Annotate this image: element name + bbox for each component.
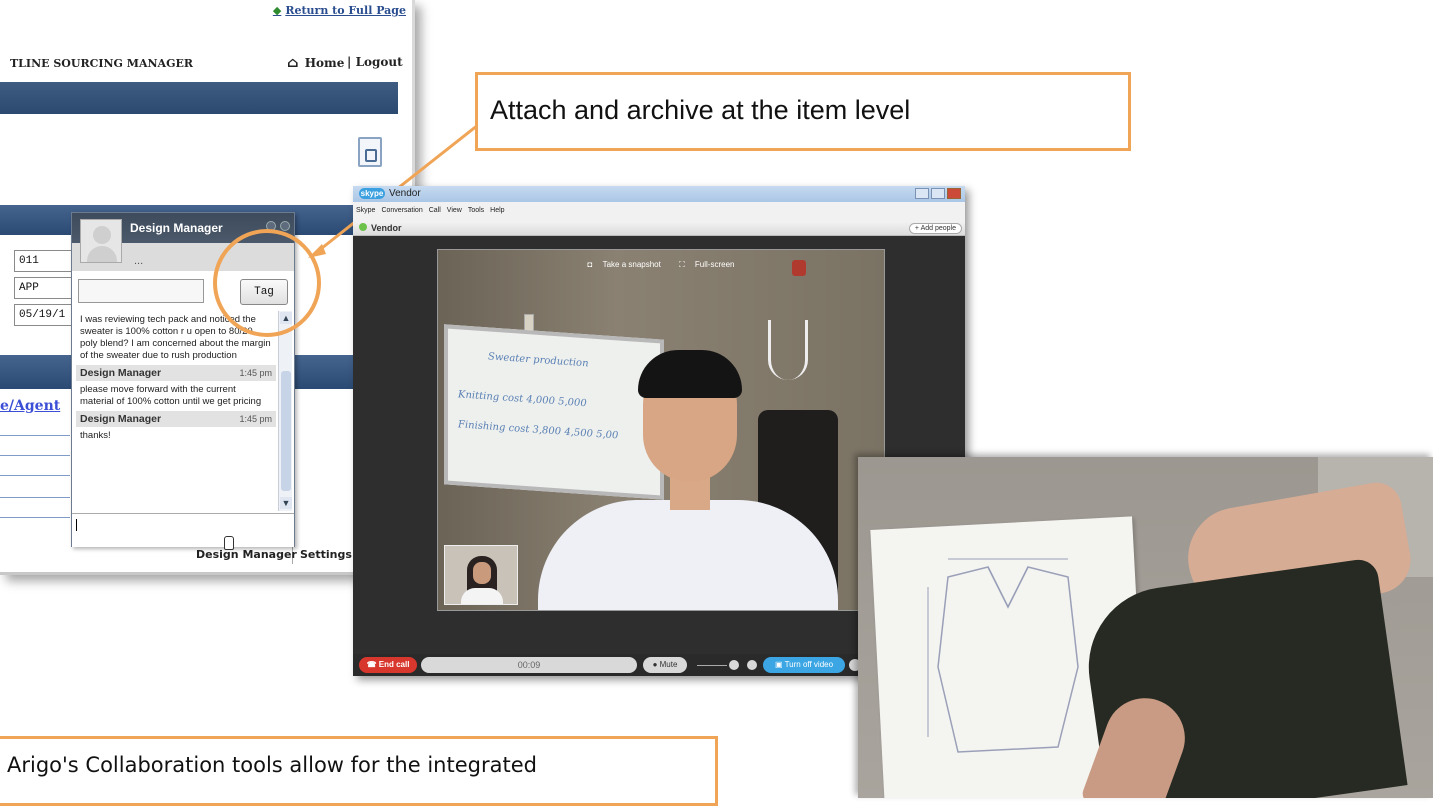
self-view-face bbox=[473, 562, 491, 584]
fullscreen-icon: ⛶ bbox=[679, 260, 687, 269]
table-row bbox=[0, 458, 70, 476]
tab-settings[interactable]: Settings bbox=[300, 548, 352, 561]
home-link[interactable]: ⌂ Home bbox=[287, 55, 344, 71]
return-to-full-page-link[interactable]: ◆ Return to Full Page bbox=[273, 4, 406, 17]
caption-text: Arigo's Collaboration tools allow for th… bbox=[7, 753, 537, 777]
scroll-up-icon[interactable]: ▲ bbox=[280, 312, 292, 324]
video-camera-icon: ▣ bbox=[774, 660, 785, 669]
app-title: TLINE SOURCING MANAGER bbox=[10, 57, 193, 70]
close-icon[interactable] bbox=[947, 188, 961, 199]
menu-tools[interactable]: Tools bbox=[468, 207, 484, 216]
call-timer: 00:09 bbox=[421, 657, 637, 673]
callout-box: Attach and archive at the item level bbox=[475, 72, 1131, 151]
table-row bbox=[0, 500, 70, 518]
return-arrow-icon: ◆ bbox=[272, 4, 282, 17]
return-link-label: Return to Full Page bbox=[285, 4, 406, 17]
tab-design-manager[interactable]: Design Manager bbox=[196, 548, 297, 561]
fullscreen-button[interactable]: ⛶ Full-screen bbox=[675, 260, 738, 269]
tag-input[interactable] bbox=[78, 279, 204, 303]
coat-hook bbox=[768, 320, 808, 380]
table-row bbox=[0, 438, 70, 456]
add-people-button[interactable]: + Add people bbox=[908, 223, 962, 234]
mute-button[interactable]: ● Mute bbox=[643, 657, 687, 673]
menu-call[interactable]: Call bbox=[429, 207, 441, 216]
conversation-title: Vendor bbox=[371, 223, 402, 233]
table-row bbox=[0, 480, 70, 498]
home-label: Home bbox=[304, 56, 345, 70]
vendor-agent-link[interactable]: e/Agent bbox=[0, 398, 60, 414]
whiteboard: Sweater production Knitting cost 4,000 5… bbox=[444, 324, 664, 500]
minimize-icon[interactable] bbox=[915, 188, 929, 199]
whiteboard-line: Sweater production bbox=[488, 351, 589, 370]
fullscreen-label: Full-screen bbox=[694, 260, 735, 269]
chat-window: Design Manager ... Tag I was reviewing t… bbox=[71, 212, 295, 547]
close-icon[interactable] bbox=[280, 221, 290, 231]
volume-down-icon[interactable] bbox=[729, 660, 739, 670]
table-row bbox=[0, 418, 70, 436]
caption-box: Arigo's Collaboration tools allow for th… bbox=[0, 736, 718, 806]
menu-skype[interactable]: Skype bbox=[356, 207, 375, 216]
turn-off-video-label: Turn off video bbox=[784, 660, 834, 669]
whiteboard-line: Finishing cost 3,800 4,500 5,00 bbox=[458, 419, 619, 442]
avatar bbox=[80, 219, 122, 263]
logout-link[interactable]: | Logout bbox=[347, 55, 403, 69]
chat-title: Design Manager bbox=[130, 221, 223, 235]
menu-view[interactable]: View bbox=[447, 207, 462, 216]
mouse-cursor-icon bbox=[224, 536, 234, 550]
logout-label: Logout bbox=[355, 55, 403, 69]
mute-label: Mute bbox=[659, 660, 678, 669]
phone-icon: ☎ bbox=[366, 660, 379, 669]
window-controls bbox=[915, 188, 961, 199]
snapshot-label: Take a snapshot bbox=[602, 260, 661, 269]
end-call-label: End call bbox=[378, 660, 410, 669]
chat-status: ... bbox=[134, 255, 144, 267]
message-list: I was reviewing tech pack and noticed th… bbox=[76, 311, 276, 511]
window-title: Vendor bbox=[389, 188, 421, 199]
window-titlebar: skype Vendor bbox=[353, 186, 965, 202]
tag-button[interactable]: Tag bbox=[240, 279, 288, 305]
end-call-button[interactable]: ☎ End call bbox=[359, 657, 417, 673]
video-toolbar: ◘ Take a snapshot ⛶ Full-screen bbox=[438, 260, 884, 270]
video-feed: Sweater production Knitting cost 4,000 5… bbox=[437, 249, 885, 611]
message-scrollbar[interactable]: ▲ ▼ bbox=[278, 311, 292, 511]
maximize-icon[interactable] bbox=[931, 188, 945, 199]
nav-separator: | bbox=[347, 55, 352, 69]
message-text: please move forward with the current mat… bbox=[80, 384, 262, 407]
text-caret bbox=[76, 519, 77, 531]
callout-text: Attach and archive at the item level bbox=[490, 95, 911, 125]
menu-conversation[interactable]: Conversation bbox=[381, 207, 422, 216]
message-sender: Design Manager bbox=[80, 413, 162, 425]
scroll-down-icon[interactable]: ▼ bbox=[280, 497, 292, 509]
nav-band bbox=[0, 82, 398, 114]
message-header: Design Manager 1:45 pm bbox=[76, 411, 276, 427]
volume-up-icon[interactable] bbox=[747, 660, 757, 670]
home-icon: ⌂ bbox=[287, 55, 299, 71]
menu-help[interactable]: Help bbox=[490, 207, 504, 216]
camera-icon: ◘ bbox=[587, 260, 595, 269]
turn-off-video-button[interactable]: ▣ Turn off video bbox=[763, 657, 845, 673]
self-view-pip[interactable] bbox=[444, 545, 518, 605]
microphone-icon: ● bbox=[652, 660, 660, 669]
snapshot-button[interactable]: ◘ Take a snapshot bbox=[584, 260, 665, 269]
message-text: thanks! bbox=[80, 430, 111, 441]
whiteboard-line: Knitting cost 4,000 5,000 bbox=[458, 389, 587, 410]
skype-logo-icon: skype bbox=[359, 188, 385, 199]
message-time: 1:45 pm bbox=[239, 414, 272, 424]
self-view-body bbox=[461, 588, 503, 604]
message-time: 1:45 pm bbox=[239, 368, 272, 378]
sample-photo bbox=[858, 457, 1433, 798]
scroll-thumb[interactable] bbox=[281, 371, 291, 491]
attachment-document-icon[interactable] bbox=[358, 137, 382, 167]
message-header: Design Manager 1:45 pm bbox=[76, 365, 276, 381]
compose-input[interactable] bbox=[72, 513, 294, 547]
volume-slider[interactable] bbox=[697, 665, 727, 666]
caller-shirt bbox=[538, 500, 838, 610]
minimize-icon[interactable] bbox=[266, 221, 276, 231]
online-status-icon bbox=[359, 223, 367, 231]
message-text: I was reviewing tech pack and noticed th… bbox=[80, 314, 271, 361]
conversation-bar: Vendor bbox=[353, 221, 965, 236]
garment-sketch bbox=[927, 558, 1079, 753]
message-sender: Design Manager bbox=[80, 367, 162, 379]
menu-bar: Skype Conversation Call View Tools Help bbox=[353, 202, 965, 221]
